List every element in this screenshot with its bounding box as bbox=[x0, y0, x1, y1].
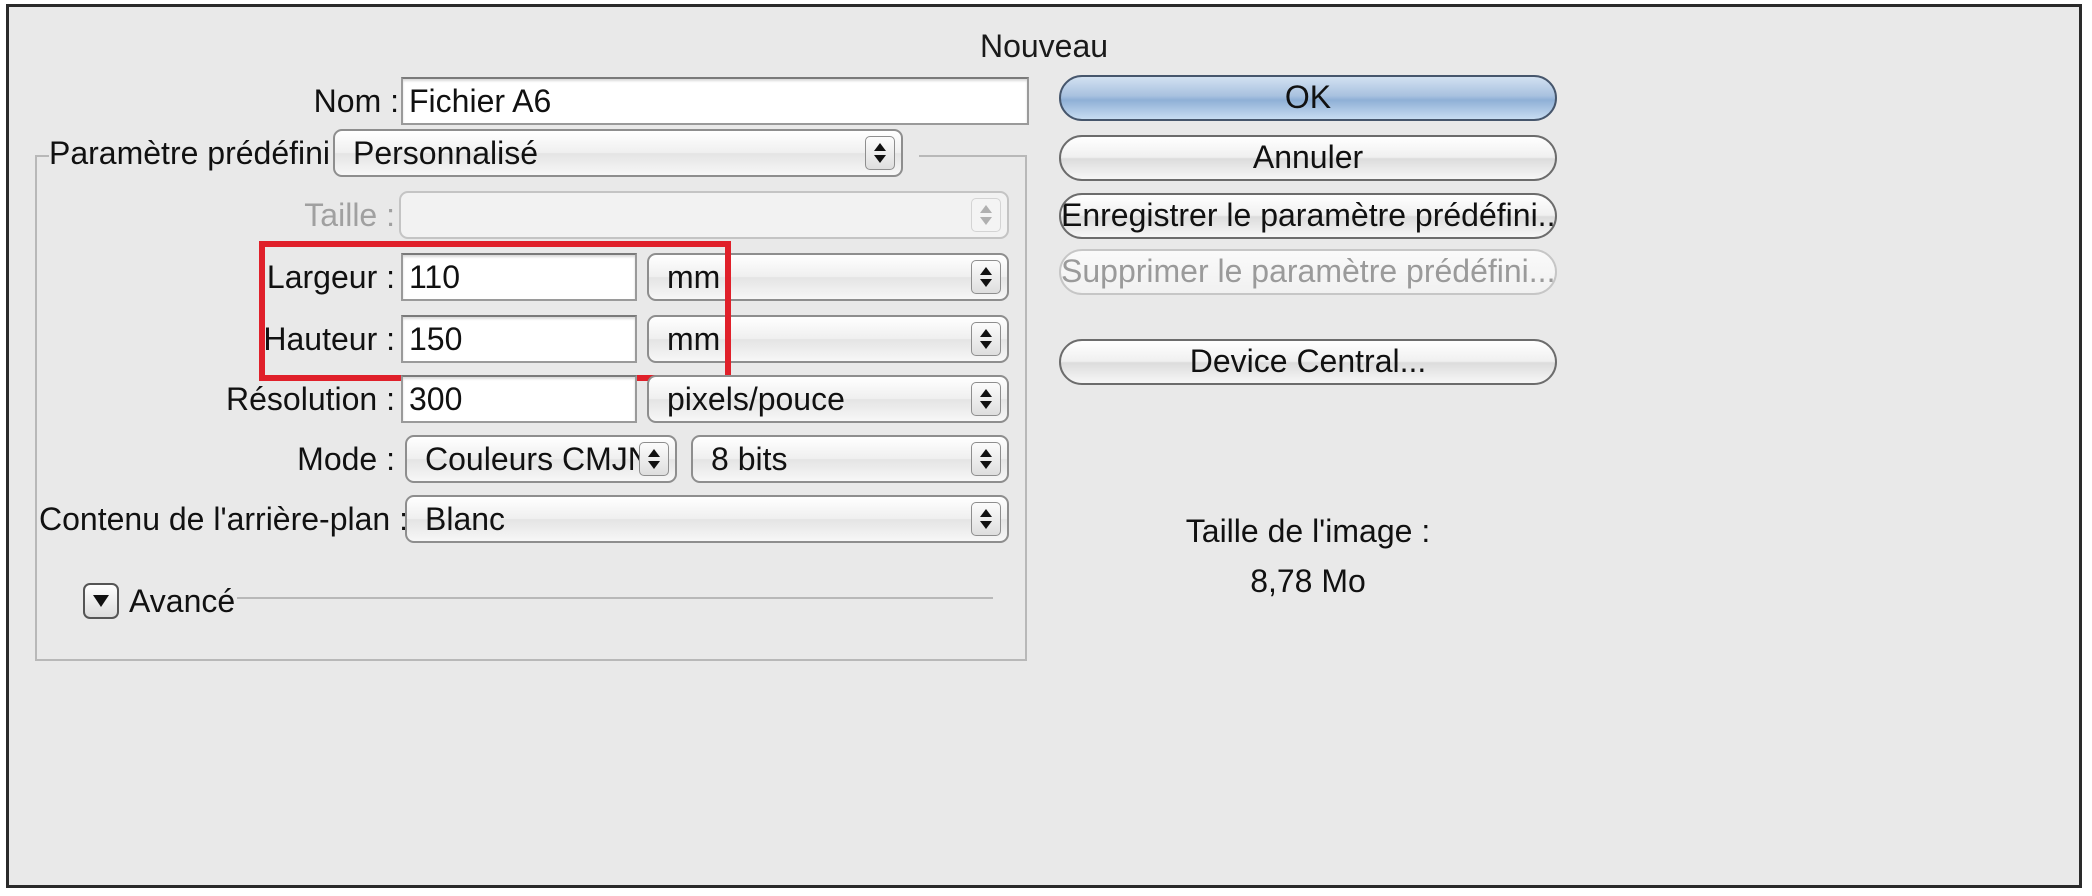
dialog-title: Nouveau bbox=[979, 28, 1109, 64]
new-document-dialog: Nouveau Nom : Fichier A6 Paramètre prédé… bbox=[6, 4, 2082, 888]
up-down-arrows-icon bbox=[971, 502, 1001, 536]
up-down-arrows-icon bbox=[639, 442, 669, 476]
preset-label: Paramètre prédéfini : bbox=[49, 135, 348, 171]
bit-depth-select[interactable]: 8 bits bbox=[691, 435, 1009, 483]
height-unit-value: mm bbox=[667, 321, 721, 357]
preset-select[interactable]: Personnalisé bbox=[333, 129, 903, 177]
color-mode-value: Couleurs CMJN bbox=[425, 441, 651, 477]
background-contents-value: Blanc bbox=[425, 501, 506, 537]
up-down-arrows-icon bbox=[971, 322, 1001, 356]
ok-button[interactable]: OK bbox=[1059, 75, 1557, 121]
size-select bbox=[399, 191, 1009, 239]
mode-label: Mode : bbox=[297, 441, 395, 477]
image-size-label: Taille de l'image : bbox=[1185, 513, 1431, 549]
resolution-unit-value: pixels/pouce bbox=[667, 381, 845, 417]
resolution-label: Résolution : bbox=[226, 381, 395, 417]
background-contents-label: Contenu de l'arrière-plan : bbox=[39, 501, 408, 537]
width-unit-value: mm bbox=[667, 259, 721, 295]
height-unit-select[interactable]: mm bbox=[647, 315, 1009, 363]
disclosure-triangle-icon[interactable] bbox=[83, 583, 119, 619]
delete-preset-button: Supprimer le paramètre prédéfini... bbox=[1059, 249, 1557, 295]
height-label: Hauteur : bbox=[263, 321, 395, 357]
up-down-arrows-icon bbox=[865, 136, 895, 170]
size-label: Taille : bbox=[304, 197, 395, 233]
advanced-divider bbox=[237, 597, 993, 599]
advanced-label[interactable]: Avancé bbox=[129, 577, 239, 625]
height-input[interactable]: 150 bbox=[401, 315, 637, 363]
width-label: Largeur : bbox=[266, 259, 395, 295]
color-mode-select[interactable]: Couleurs CMJN bbox=[405, 435, 677, 483]
up-down-arrows-icon bbox=[971, 198, 1001, 232]
up-down-arrows-icon bbox=[971, 382, 1001, 416]
save-preset-button[interactable]: Enregistrer le paramètre prédéfini... bbox=[1059, 193, 1557, 239]
up-down-arrows-icon bbox=[971, 442, 1001, 476]
name-input[interactable]: Fichier A6 bbox=[401, 77, 1029, 125]
width-input[interactable]: 110 bbox=[401, 253, 637, 301]
width-unit-select[interactable]: mm bbox=[647, 253, 1009, 301]
up-down-arrows-icon bbox=[971, 260, 1001, 294]
device-central-button[interactable]: Device Central... bbox=[1059, 339, 1557, 385]
name-label: Nom : bbox=[313, 83, 399, 119]
image-size-value: 8,78 Mo bbox=[1250, 563, 1366, 599]
background-contents-select[interactable]: Blanc bbox=[405, 495, 1009, 543]
bit-depth-value: 8 bits bbox=[711, 441, 788, 477]
resolution-input[interactable]: 300 bbox=[401, 375, 637, 423]
cancel-button[interactable]: Annuler bbox=[1059, 135, 1557, 181]
resolution-unit-select[interactable]: pixels/pouce bbox=[647, 375, 1009, 423]
preset-value: Personnalisé bbox=[353, 135, 538, 171]
